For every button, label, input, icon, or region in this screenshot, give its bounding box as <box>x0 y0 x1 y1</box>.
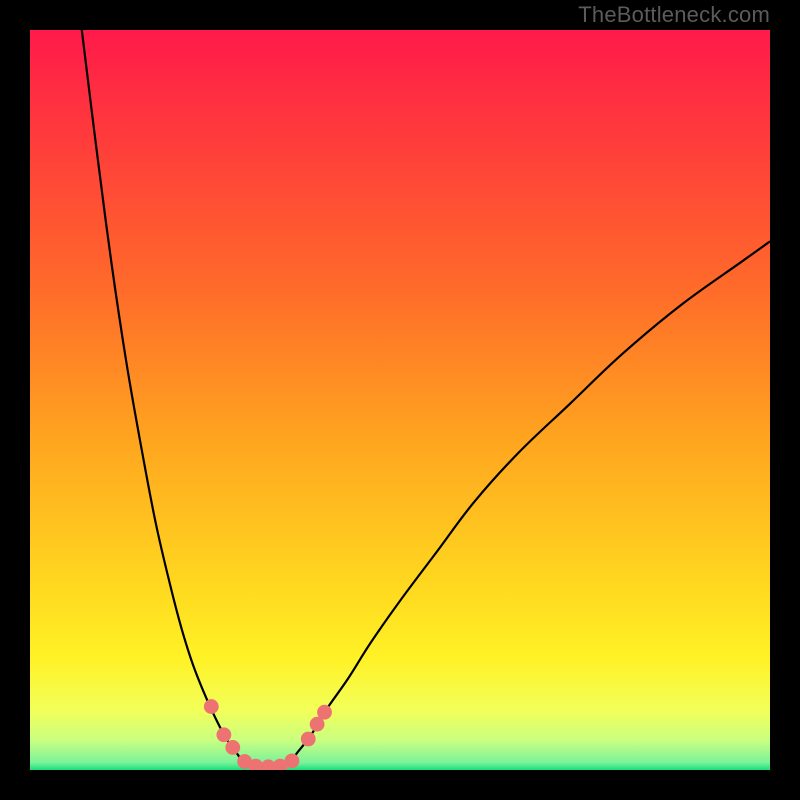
watermark-label: TheBottleneck.com <box>578 2 770 28</box>
highlight-dot <box>216 727 231 742</box>
plot-area <box>30 30 770 770</box>
highlight-dots <box>204 699 332 770</box>
highlight-dot <box>317 705 332 720</box>
highlight-dot <box>204 699 219 714</box>
dots-layer <box>30 30 770 770</box>
highlight-dot <box>301 732 316 747</box>
highlight-dot <box>225 740 240 755</box>
highlight-dot <box>285 753 300 768</box>
chart-frame: TheBottleneck.com <box>0 0 800 800</box>
